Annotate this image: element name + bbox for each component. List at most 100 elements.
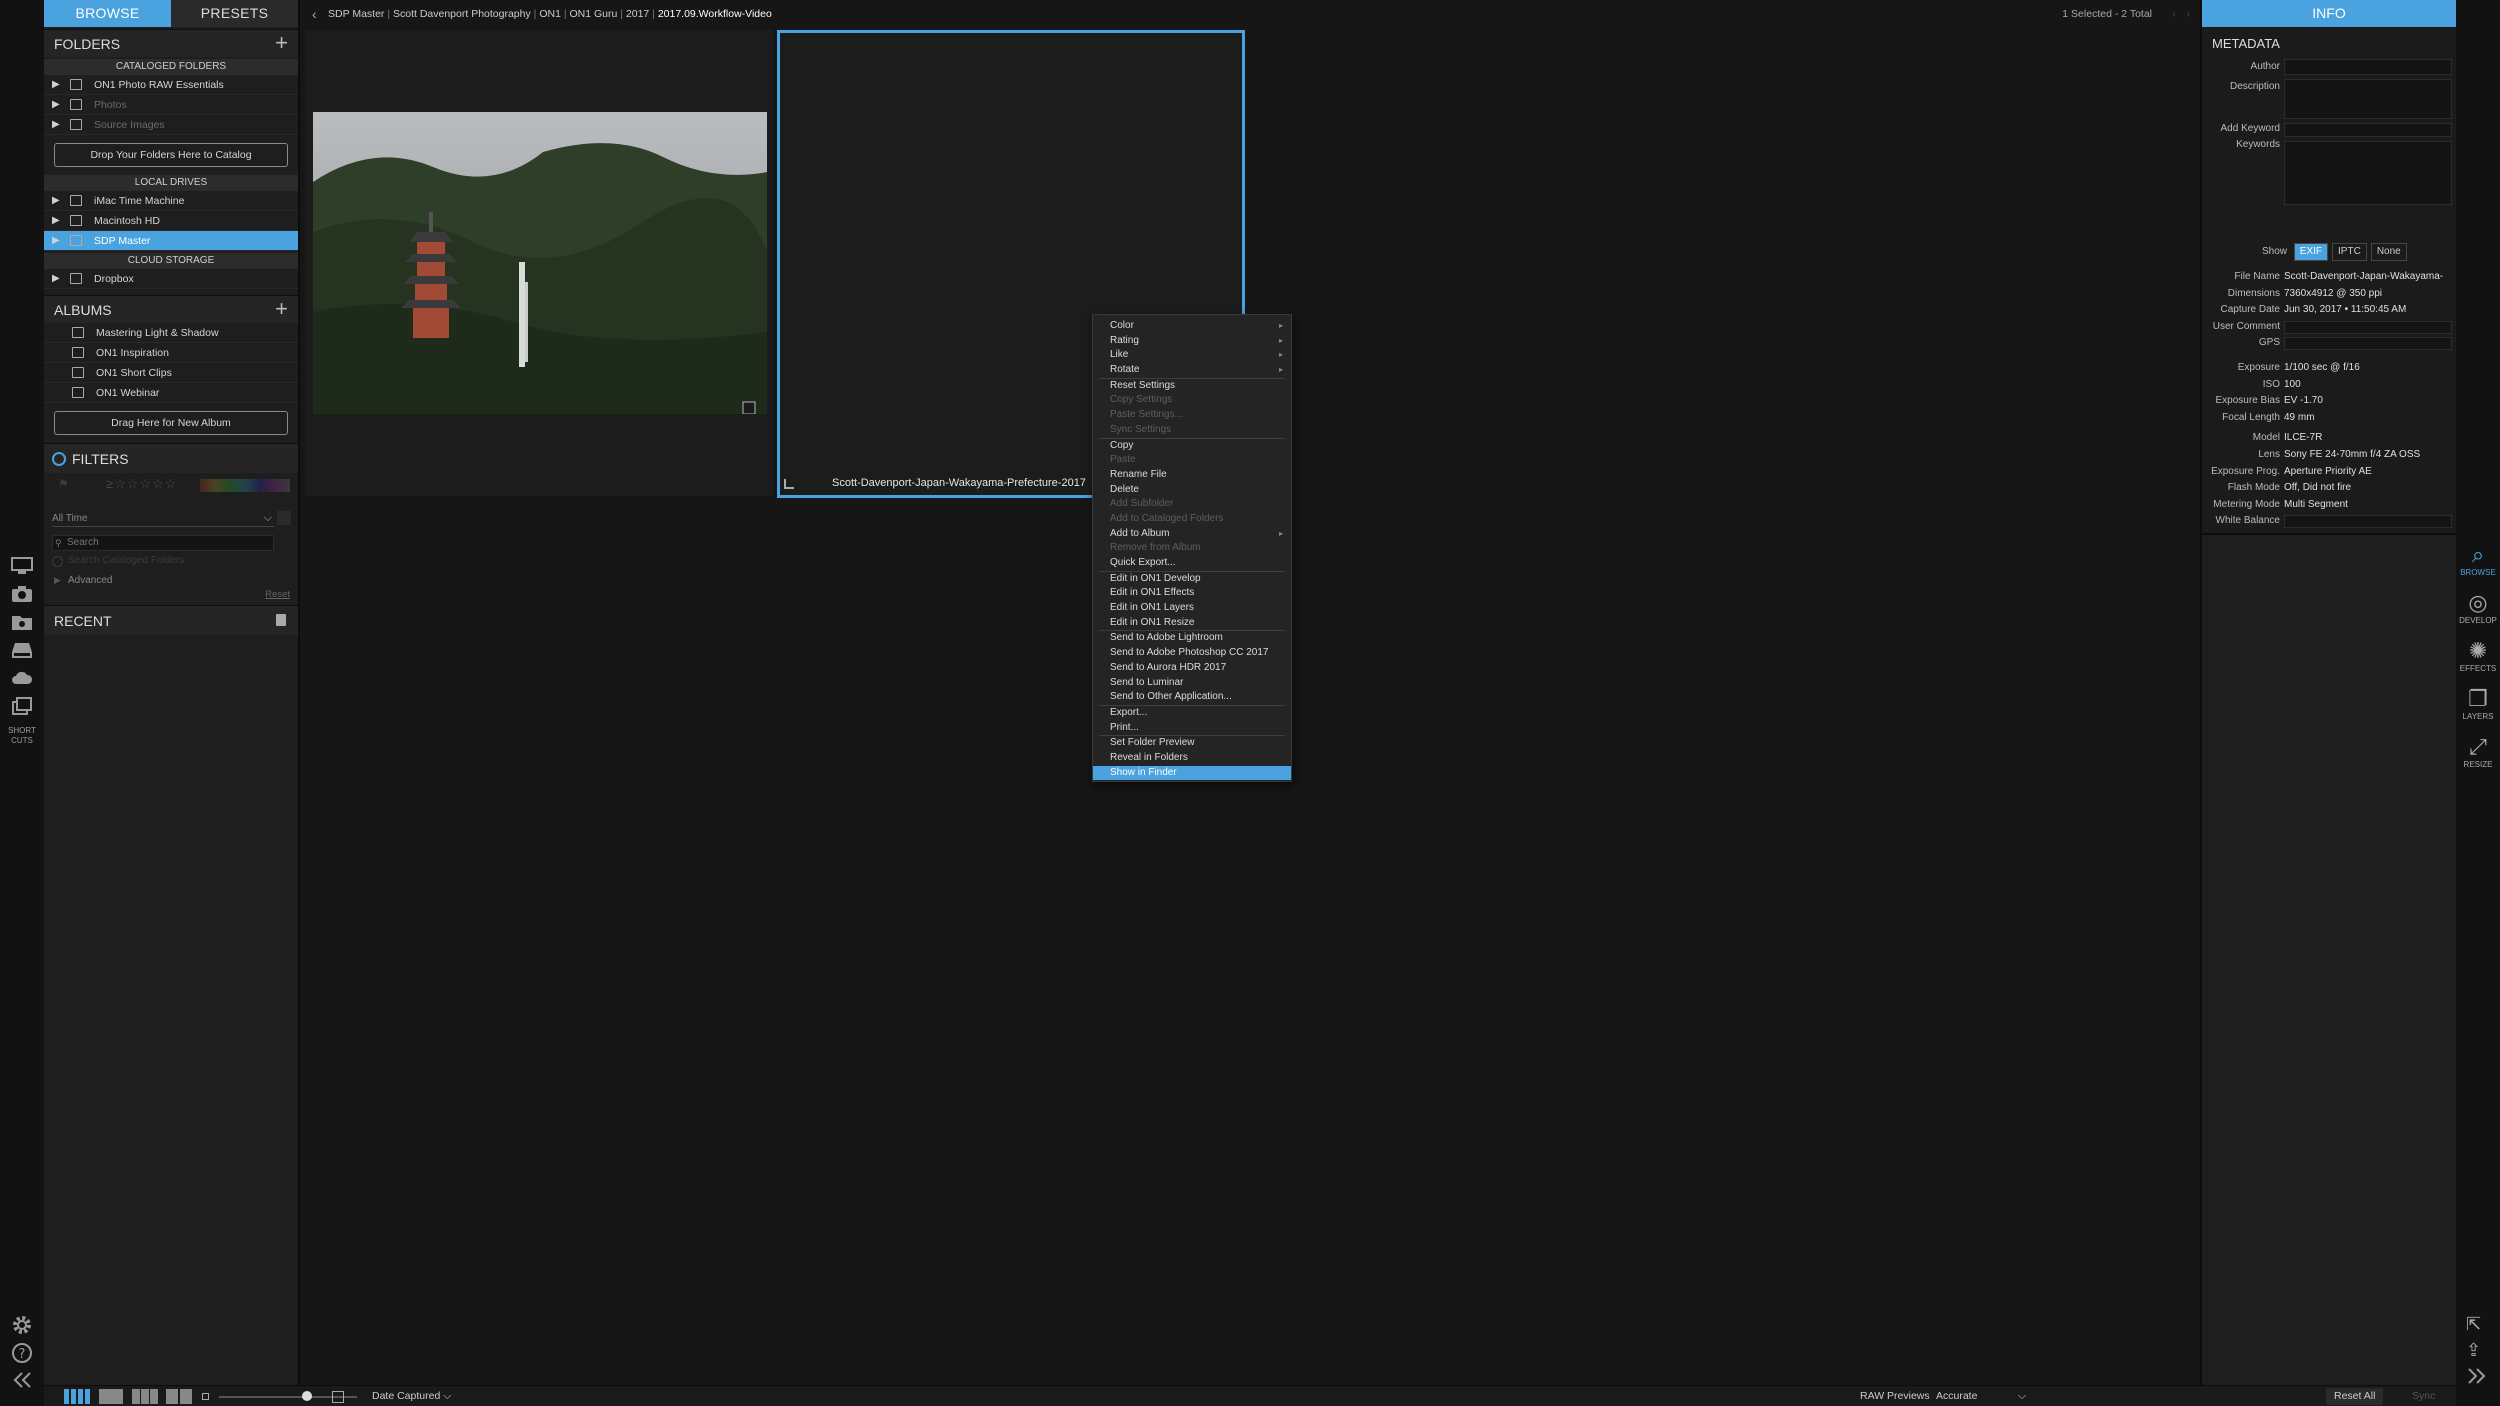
recent-header[interactable]: RECENT [44,605,298,635]
metadata-field[interactable] [2284,320,2452,334]
module-effects-button[interactable]: ✺ EFFECTS [2456,634,2500,678]
disclosure-triangle-icon[interactable]: ▶ [52,115,60,135]
module-develop-button[interactable]: ◎ DEVELOP [2456,586,2500,630]
folder-row[interactable]: ▶ Dropbox [44,269,298,289]
prev-icon[interactable]: ‹ [2173,0,2177,28]
sync-button[interactable]: Sync [2404,1388,2443,1405]
drop-folders-button[interactable]: Drop Your Folders Here to Catalog [54,143,288,167]
shortcuts-label[interactable]: SHORT CUTS [4,726,40,746]
metadata-field[interactable] [2284,515,2452,529]
show-option-none[interactable]: None [2370,243,2407,261]
calendar-icon[interactable] [277,511,291,525]
menu-item[interactable]: Like ▸ [1093,348,1291,363]
menu-item[interactable]: Remove from Album [1093,541,1291,556]
disclosure-triangle-icon[interactable]: ▶ [52,75,60,95]
description-field[interactable] [2284,79,2452,119]
reset-filters-button[interactable]: Reset [265,589,290,600]
reset-all-button[interactable]: Reset All [2326,1388,2384,1405]
metadata-value[interactable]: 7360x4912 @ 350 ppi [2284,286,2382,303]
folder-row[interactable]: ▶ iMac Time Machine [44,191,298,211]
menu-item[interactable]: Send to Adobe Photoshop CC 2017 [1093,646,1291,661]
new-album-button[interactable]: Drag Here for New Album [54,411,288,435]
filmstrip-view-icon[interactable] [132,1389,158,1404]
grid-view-icon[interactable] [64,1389,90,1404]
menu-item[interactable]: Rotate ▸ [1093,363,1291,378]
menu-item[interactable]: Edit in ON1 Layers [1093,601,1291,616]
metadata-value[interactable]: Scott-Davenport-Japan-Wakayama- [2284,269,2443,286]
metadata-value[interactable]: 1/100 sec @ f/16 [2284,360,2360,377]
menu-item[interactable]: Send to Luminar [1093,676,1291,691]
menu-item[interactable]: Edit in ON1 Effects [1093,586,1291,601]
time-filter-select[interactable]: All Time ⌵ [52,511,274,527]
cloud-icon[interactable] [8,668,36,692]
breadcrumb-item[interactable]: 2017 [626,8,649,20]
module-layers-button[interactable]: ❐ LAYERS [2456,682,2500,726]
menu-item[interactable]: Edit in ON1 Resize [1093,616,1291,631]
menu-item[interactable]: Show in Finder [1093,765,1291,781]
metadata-value[interactable]: ILCE-7R [2284,430,2322,447]
menu-item[interactable]: Set Folder Preview [1093,736,1291,751]
share-icon[interactable]: ⇱ [2466,1314,2481,1335]
folder-row[interactable]: ▶ Macintosh HD [44,211,298,231]
author-field[interactable] [2284,59,2452,75]
computer-icon[interactable] [8,556,36,580]
breadcrumb-item[interactable]: ON1 [539,8,561,20]
gear-icon[interactable] [8,1314,36,1338]
menu-item[interactable]: Send to Other Application... [1093,690,1291,705]
menu-item[interactable]: Add to Cataloged Folders [1093,512,1291,527]
folder-row[interactable]: ▶ SDP Master [44,231,298,251]
photos-folder-icon[interactable] [8,612,36,636]
camera-icon[interactable] [8,584,36,608]
breadcrumb-item[interactable]: 2017.09.Workflow-Video [658,8,772,20]
add-keyword-field[interactable] [2284,123,2452,137]
metadata-value[interactable]: 100 [2284,377,2301,394]
module-resize-button[interactable]: ⤢ RESIZE [2456,730,2500,774]
export-icon[interactable]: ⇪ [2466,1340,2481,1361]
flag-icon[interactable]: ⚑ [58,477,69,491]
keywords-field[interactable] [2284,141,2452,205]
menu-item[interactable]: Reset Settings [1093,379,1291,394]
menu-item[interactable]: Paste [1093,453,1291,468]
disclosure-triangle-icon[interactable]: ▶ [52,231,60,251]
menu-item[interactable]: Delete [1093,483,1291,498]
add-folder-button[interactable]: + [275,30,288,56]
tab-browse[interactable]: BROWSE [44,0,171,27]
breadcrumb-item[interactable]: ON1 Guru [569,8,617,20]
menu-item[interactable]: Copy [1093,439,1291,454]
shortcuts-icon[interactable] [8,697,36,721]
metadata-value[interactable]: Off, Did not fire [2284,480,2351,497]
thumbnail-image[interactable] [313,112,767,414]
menu-item[interactable]: Quick Export... [1093,556,1291,571]
menu-item[interactable]: Rating ▸ [1093,334,1291,349]
menu-item[interactable]: Add to Album ▸ [1093,527,1291,542]
metadata-value[interactable]: Sony FE 24-70mm f/4 ZA OSS [2284,447,2420,464]
add-album-button[interactable]: + [275,296,288,322]
search-cataloged-checkbox[interactable]: Search Cataloged Folders [52,555,184,567]
breadcrumb-item[interactable]: Scott Davenport Photography [393,8,531,20]
menu-item[interactable]: Export... [1093,706,1291,721]
module-browse-button[interactable]: ⌕ BROWSE [2456,538,2500,582]
filters-header[interactable]: FILTERS [44,443,298,473]
search-input[interactable]: ⚲ Search [52,535,274,551]
collapse-left-icon[interactable] [8,1370,36,1394]
folders-header[interactable]: FOLDERS + [44,29,298,57]
menu-item[interactable]: Rename File [1093,468,1291,483]
star-rating-filter[interactable]: ≥☆☆☆☆☆ [106,476,177,492]
disclosure-triangle-icon[interactable]: ▶ [52,191,60,211]
menu-item[interactable]: Paste Settings... [1093,408,1291,423]
folder-row[interactable]: ▶ Source Images [44,115,298,135]
folder-row[interactable]: ▶ Photos [44,95,298,115]
show-option-exif[interactable]: EXIF [2293,243,2329,261]
menu-item[interactable]: Sync Settings [1093,423,1291,438]
folder-row[interactable]: ▶ ON1 Photo RAW Essentials [44,75,298,95]
metadata-value[interactable]: Jun 30, 2017 • 11:50:45 AM [2284,302,2406,319]
disclosure-triangle-icon[interactable]: ▶ [52,211,60,231]
show-option-iptc[interactable]: IPTC [2332,243,2367,261]
compare-view-icon[interactable] [166,1389,192,1404]
filters-toggle-icon[interactable] [52,452,66,466]
menu-item[interactable]: Add Subfolder [1093,497,1291,512]
disclosure-triangle-icon[interactable]: ▶ [52,269,60,289]
album-row[interactable]: ON1 Webinar [44,383,298,403]
thumbnail-cell[interactable] [305,30,773,496]
menu-item[interactable]: Send to Aurora HDR 2017 [1093,661,1291,676]
